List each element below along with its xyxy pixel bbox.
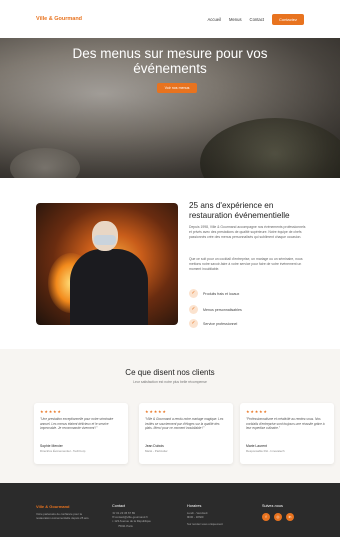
feature-label: Service professionnel bbox=[203, 321, 238, 326]
contact-cta-button[interactable]: Contactez bbox=[271, 13, 304, 25]
testimonial-card: ★★★★★ "Professionnalisme et créativité a… bbox=[240, 403, 334, 464]
footer-brand-column: Ville & Gourmand Votre partenaire de con… bbox=[36, 504, 89, 520]
chef-photo bbox=[36, 203, 178, 325]
address-line-1: 123 Avenue de la République bbox=[114, 519, 151, 524]
feature-label: Menus personnalisables bbox=[203, 307, 242, 312]
feature-item: ✓ Service professionnel bbox=[189, 319, 237, 328]
about-paragraph-2: Que ce soit pour un cocktail d'entrepris… bbox=[189, 257, 303, 271]
footer-contact-address-2: 75011 Paris bbox=[118, 523, 133, 528]
instagram-icon[interactable]: ◎ bbox=[274, 513, 282, 521]
view-menus-button[interactable]: Voir nos menus bbox=[157, 83, 197, 93]
testimonial-role: Directrice Événementiel - TechCorp bbox=[40, 449, 86, 453]
check-icon: ✓ bbox=[189, 289, 198, 298]
site-header: Ville & Gourmand Accueil Menus Contact C… bbox=[0, 0, 340, 38]
facebook-icon[interactable]: f bbox=[262, 513, 270, 521]
testimonial-quote: "Ville & Gourmand a rendu notre mariage … bbox=[145, 417, 224, 431]
footer-hours-column: Horaires Lundi - Vendredi 9h00 - 18h00 S… bbox=[187, 504, 223, 527]
main-nav: Accueil Menus Contact Contactez bbox=[207, 13, 304, 25]
footer-contact-column: Contact ☏ 01 23 45 67 89 ✉ contact@ville… bbox=[112, 504, 151, 528]
star-rating: ★★★★★ bbox=[246, 409, 268, 414]
footer-brand-text-2: restauration événementielle depuis 25 an… bbox=[36, 516, 90, 521]
footer-social-heading: Suivez-nous bbox=[262, 504, 283, 508]
check-icon: ✓ bbox=[189, 319, 198, 328]
feature-label: Produits frais et locaux bbox=[203, 291, 240, 296]
check-icon: ✓ bbox=[189, 305, 198, 314]
testimonial-role: Marié - Particulier bbox=[145, 449, 168, 453]
star-rating: ★★★★★ bbox=[145, 409, 167, 414]
hero-title: Des menus sur mesure pour vos événements bbox=[0, 46, 340, 76]
chef-mask-shape bbox=[94, 235, 116, 245]
about-title: 25 ans d'expérience en restauration évén… bbox=[189, 201, 309, 220]
testimonials-title: Ce que disent nos clients bbox=[125, 368, 215, 377]
testimonial-author: Jean Dubois bbox=[145, 444, 164, 448]
testimonial-author: Marie Laurent bbox=[246, 444, 267, 448]
nav-link-menus[interactable]: Menus bbox=[229, 17, 242, 22]
feature-item: ✓ Menus personnalisables bbox=[189, 305, 242, 314]
testimonial-author: Sophie Mercier bbox=[40, 444, 63, 448]
testimonial-quote: "Une prestation exceptionnelle pour notr… bbox=[40, 417, 114, 431]
footer-social-column: Suivez-nous f ◎ in bbox=[262, 504, 294, 521]
testimonial-quote: "Professionnalisme et créativité au rend… bbox=[246, 417, 325, 431]
testimonial-role: Responsable RH - Innovatech bbox=[246, 449, 285, 453]
linkedin-icon[interactable]: in bbox=[286, 513, 294, 521]
nav-link-contact[interactable]: Contact bbox=[250, 17, 264, 22]
testimonial-card: ★★★★★ "Ville & Gourmand a rendu notre ma… bbox=[139, 403, 233, 464]
testimonial-card: ★★★★★ "Une prestation exceptionnelle pou… bbox=[34, 403, 128, 464]
social-links: f ◎ in bbox=[262, 513, 294, 521]
star-rating: ★★★★★ bbox=[40, 409, 62, 414]
about-title-line-1: 25 ans d'expérience en bbox=[189, 201, 274, 210]
about-title-line-2: restauration événementielle bbox=[189, 210, 290, 220]
hero-title-line-1: Des menus sur mesure pour vos bbox=[72, 46, 268, 61]
footer-contact-heading: Contact bbox=[112, 504, 126, 508]
feature-item: ✓ Produits frais et locaux bbox=[189, 289, 239, 298]
footer-logo: Ville & Gourmand bbox=[36, 504, 70, 509]
testimonials-subtitle: Leur satisfaction est notre plus belle r… bbox=[133, 380, 207, 384]
chef-body-shape bbox=[70, 249, 148, 325]
site-logo[interactable]: Ville & Gourmand bbox=[36, 16, 82, 22]
footer-hours-3: Sur rendez-vous uniquement bbox=[187, 522, 223, 527]
footer-contact-address: ⌖ 123 Avenue de la République bbox=[112, 519, 151, 523]
nav-link-accueil[interactable]: Accueil bbox=[207, 17, 221, 22]
footer-hours-heading: Horaires bbox=[187, 504, 202, 508]
hero-title-line-2: événements bbox=[133, 61, 207, 76]
footer-hours-2: 9h00 - 18h00 bbox=[187, 515, 204, 520]
about-paragraph-1: Depuis 1998, Ville & Gourmand accompagne… bbox=[189, 225, 306, 239]
